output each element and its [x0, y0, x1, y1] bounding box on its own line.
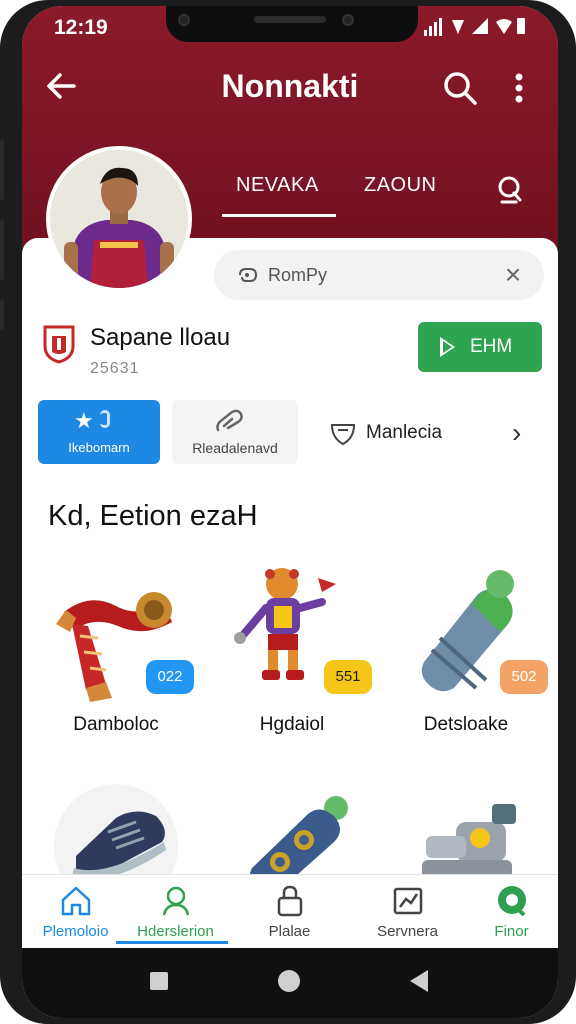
profile-search-button[interactable]: [492, 172, 528, 208]
avatar[interactable]: [46, 146, 192, 292]
search-icon: [498, 176, 522, 204]
home-icon: [61, 886, 91, 916]
app-title: Nonnakti: [221, 68, 359, 104]
nav-label: Hderslerion: [137, 923, 214, 940]
status-time: 12:19: [54, 16, 108, 39]
chevron-right-icon[interactable]: ›: [512, 418, 536, 448]
screen: 12:19 Nonnakti NEVAKA ZAOUN RomPy × Sapa…: [22, 6, 558, 1018]
player-photo: [50, 150, 188, 288]
sensor-icon: [342, 14, 354, 26]
nav-label: Finor: [494, 923, 529, 940]
play-button[interactable]: EHM: [418, 322, 542, 372]
item-badge: 502: [500, 660, 548, 694]
active-tab-indicator: [222, 214, 336, 217]
volume-down-button: [0, 220, 4, 280]
home-button-icon[interactable]: [278, 970, 300, 992]
chip-label: Ikebomarn: [68, 440, 130, 455]
nav-item-plemoloio[interactable]: Plemoloio: [22, 881, 129, 945]
back-button[interactable]: [42, 66, 86, 110]
team-badge-icon: [42, 324, 76, 364]
nav-item-finor[interactable]: Finor: [458, 881, 558, 945]
item-name: Detsloake: [423, 714, 509, 735]
signal-wifi-battery-icon: [424, 18, 525, 36]
bottom-navigation: Plemoloio Hderslerion Plalae Servnera Fi…: [22, 874, 558, 948]
chip-label: Manlecia: [366, 422, 443, 443]
chip-label: Rleadalenavd: [192, 440, 278, 456]
item-name: Damboloc: [73, 714, 159, 735]
recents-icon[interactable]: [150, 972, 168, 990]
phone-frame: 12:19 Nonnakti NEVAKA ZAOUN RomPy × Sapa…: [0, 0, 576, 1024]
chat-icon: [498, 886, 526, 917]
system-navigation-bar: [22, 948, 558, 1018]
shield-icon: [330, 424, 356, 446]
search-button[interactable]: [440, 68, 480, 108]
camera-notch: [166, 6, 418, 42]
speaker-grille: [254, 16, 326, 23]
search-field[interactable]: RomPy ×: [214, 250, 544, 300]
nav-item-servnera[interactable]: Servnera: [354, 881, 461, 945]
search-placeholder: RomPy: [268, 265, 328, 285]
more-options-button[interactable]: [504, 68, 534, 108]
arrow-left-icon: [47, 73, 76, 99]
tag-icon: [239, 268, 258, 282]
nav-label: Servnera: [377, 923, 438, 940]
item-badge: 551: [324, 660, 372, 694]
status-icons: [424, 16, 528, 43]
nav-label: Plemoloio: [42, 923, 109, 940]
team-name: Sapane lloau: [90, 324, 231, 351]
chip-manlecia[interactable]: Manlecia: [318, 400, 518, 464]
play-icon: [440, 337, 455, 357]
link-icon: [216, 409, 243, 432]
person-icon: [162, 886, 190, 916]
team-id: 25631: [90, 360, 140, 377]
lock-icon: [277, 885, 303, 917]
close-icon[interactable]: ×: [496, 258, 530, 292]
chip-ikebomarn[interactable]: ★ Ikebomarn: [38, 400, 160, 464]
side-button: [0, 300, 4, 330]
volume-up-button: [0, 140, 4, 200]
more-vert-icon: [515, 73, 523, 103]
nav-label: Plalae: [268, 923, 311, 940]
chart-icon: [393, 887, 423, 915]
back-triangle-icon[interactable]: [410, 970, 428, 992]
nav-active-indicator: [116, 941, 228, 944]
search-icon: [444, 72, 477, 105]
star-icon: ★: [74, 408, 94, 433]
item-name: Hgdaiol: [259, 714, 325, 735]
front-camera-icon: [178, 14, 190, 26]
nav-item-hderslerion[interactable]: Hderslerion: [122, 881, 229, 945]
item-badge: 022: [146, 660, 194, 694]
tab-zaoun[interactable]: ZAOUN: [364, 174, 437, 197]
section-title: Kd, Eetion ezaH: [48, 500, 258, 532]
nav-item-plalae[interactable]: Plalae: [236, 881, 343, 945]
bracket-icon: [100, 410, 110, 428]
play-button-label: EHM: [470, 336, 513, 357]
chip-rleadalenavd[interactable]: Rleadalenavd: [172, 400, 298, 464]
tab-nevaka[interactable]: NEVAKA: [236, 174, 319, 197]
